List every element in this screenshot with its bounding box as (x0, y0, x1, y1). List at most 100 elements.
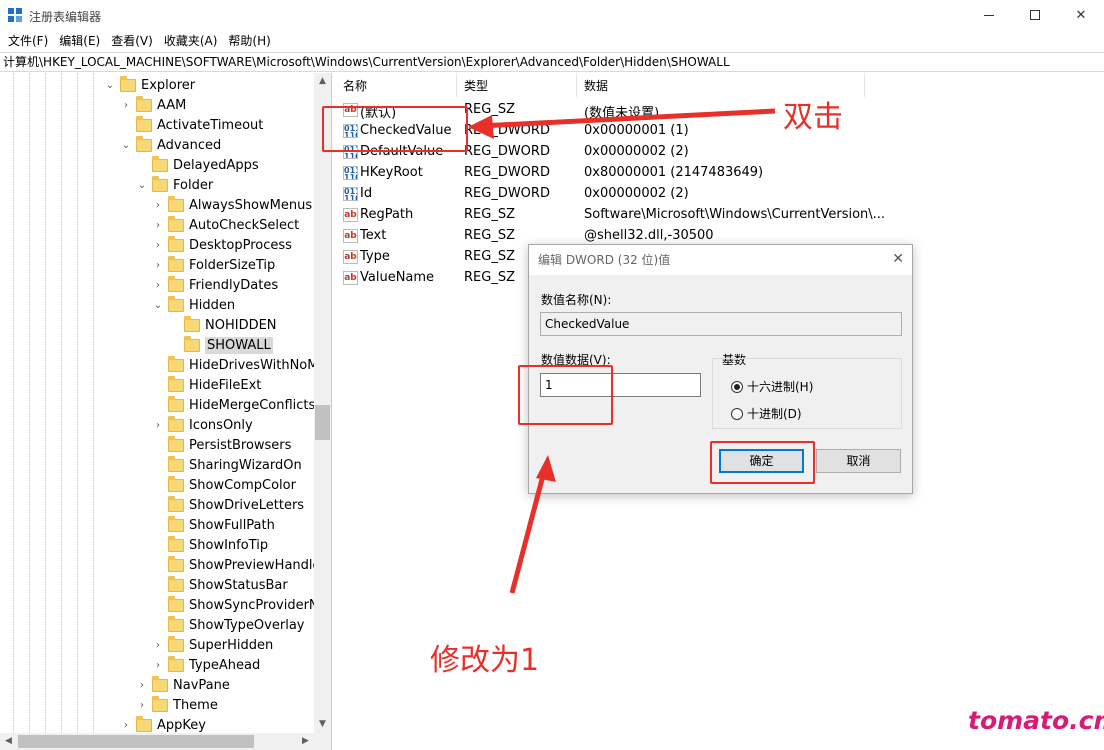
tree-node[interactable]: ShowCompColor (152, 475, 296, 495)
tree-node[interactable]: HideMergeConflicts (152, 395, 315, 415)
tree-node[interactable]: ShowTypeOverlay (152, 615, 304, 635)
tree-node[interactable]: ShowInfoTip (152, 535, 268, 555)
chevron-right-icon[interactable]: › (152, 420, 164, 431)
chevron-right-icon[interactable]: › (152, 220, 164, 231)
tree-node[interactable]: › AppKey (120, 715, 206, 735)
tree-node[interactable]: ⌄ Hidden (152, 295, 235, 315)
value-row[interactable]: ab RegPath REG_SZ Software\Microsoft\Window… (336, 205, 896, 226)
radio-unchecked-icon (731, 407, 743, 420)
highlight-ok-button-box (710, 441, 815, 484)
chevron-right-icon[interactable]: › (152, 640, 164, 651)
menu-view[interactable]: 查看(V) (107, 32, 157, 49)
menu-favorites[interactable]: 收藏夹(A) (160, 32, 222, 49)
tree-node[interactable]: PersistBrowsers (152, 435, 291, 455)
tree-node[interactable]: › AutoCheckSelect (152, 215, 299, 235)
chevron-right-icon[interactable]: › (136, 680, 148, 691)
folder-icon (168, 535, 184, 552)
minimize-button[interactable] (966, 0, 1012, 30)
tree-node[interactable]: ShowSyncProviderNot (152, 595, 332, 615)
value-data: @shell32.dll,-30500 (584, 228, 714, 243)
chevron-right-icon[interactable]: › (152, 280, 164, 291)
scroll-right-icon[interactable]: ▶ (297, 733, 314, 750)
folder-icon (168, 215, 184, 232)
tree-node[interactable]: SHOWALL (168, 335, 273, 355)
tree-node[interactable]: HideFileExt (152, 375, 261, 395)
value-name: RegPath (360, 207, 414, 222)
tree-node-label: ShowFullPath (189, 517, 275, 533)
tree-node-label: ShowInfoTip (189, 537, 269, 553)
scroll-up-icon[interactable]: ▲ (314, 73, 331, 90)
chevron-right-icon[interactable]: › (152, 200, 164, 211)
tree-node[interactable]: ShowPreviewHandlers (152, 555, 331, 575)
radio-hex[interactable]: 十六进制(H) (731, 378, 813, 395)
tree-node-label: HideDrivesWithNoMe (189, 357, 327, 373)
folder-icon (168, 515, 184, 532)
tree-node[interactable]: ShowStatusBar (152, 575, 288, 595)
value-row[interactable]: 011110HKeyRoot REG_DWORD 0x80000001 (21474… (336, 163, 896, 184)
chevron-right-icon[interactable]: › (120, 100, 132, 111)
tree-node[interactable]: › SuperHidden (152, 635, 273, 655)
tree-node[interactable]: ⌄ Advanced (120, 135, 221, 155)
regedit-app-icon (8, 8, 22, 22)
menu-file[interactable]: 文件(F) (4, 32, 52, 49)
chevron-right-icon[interactable]: › (152, 660, 164, 671)
radio-checked-icon (731, 380, 743, 393)
tree-vertical-scrollbar[interactable]: ▲ ▼ (314, 73, 331, 733)
menu-edit[interactable]: 编辑(E) (55, 32, 104, 49)
folder-icon (152, 155, 168, 172)
chevron-right-icon[interactable]: › (136, 700, 148, 711)
tree-node[interactable]: › FolderSizeTip (152, 255, 275, 275)
column-name[interactable]: 名称 (336, 73, 457, 97)
chevron-down-icon[interactable]: ⌄ (120, 140, 132, 151)
scroll-left-icon[interactable]: ◀ (0, 733, 17, 750)
folder-icon (168, 275, 184, 292)
chevron-down-icon[interactable]: ⌄ (136, 180, 148, 191)
tree-scroll-thumb[interactable] (315, 405, 330, 440)
value-data: 0x00000001 (1) (584, 123, 689, 138)
column-type[interactable]: 类型 (457, 73, 577, 97)
dialog-close-icon[interactable]: ✕ (892, 251, 904, 267)
tree-node[interactable]: ActivateTimeout (120, 115, 263, 135)
tree-node[interactable]: › IconsOnly (152, 415, 253, 435)
tree-hscroll-thumb[interactable] (18, 735, 254, 748)
cancel-button[interactable]: 取消 (816, 449, 901, 473)
address-bar[interactable]: 计算机\HKEY_LOCAL_MACHINE\SOFTWARE\Microsof… (0, 52, 1104, 72)
tree-node[interactable]: ShowDriveLetters (152, 495, 304, 515)
chevron-right-icon[interactable]: › (152, 240, 164, 251)
highlight-value-data-box (518, 365, 613, 425)
scroll-down-icon[interactable]: ▼ (314, 716, 331, 733)
chevron-down-icon[interactable]: ⌄ (152, 300, 164, 311)
tree-node[interactable]: HideDrivesWithNoMe (152, 355, 326, 375)
tree-node[interactable]: DelayedApps (136, 155, 259, 175)
folder-icon (168, 635, 184, 652)
tree-node[interactable]: NOHIDDEN (168, 315, 277, 335)
tree-node[interactable]: › TypeAhead (152, 655, 260, 675)
tree-horizontal-scrollbar[interactable]: ◀ ▶ (0, 733, 331, 750)
tree-node[interactable]: › FriendlyDates (152, 275, 278, 295)
value-data: Software\Microsoft\Windows\CurrentVersio… (584, 207, 886, 222)
tree-node[interactable]: ShowFullPath (152, 515, 275, 535)
close-button[interactable]: ✕ (1058, 0, 1104, 30)
tree-node[interactable]: › DesktopProcess (152, 235, 292, 255)
tree-node-label: ShowSyncProviderNot (189, 597, 332, 613)
tree-node-label: DesktopProcess (189, 237, 292, 253)
menu-help[interactable]: 帮助(H) (224, 32, 274, 49)
dialog-title: 编辑 DWORD (32 位)值 (529, 245, 912, 275)
tree-node[interactable]: › Theme (136, 695, 218, 715)
tree-node[interactable]: › AlwaysShowMenus (152, 195, 312, 215)
tree-node[interactable]: › AAM (120, 95, 186, 115)
value-row[interactable]: 011110Id REG_DWORD 0x00000002 (2) (336, 184, 896, 205)
chevron-down-icon[interactable]: ⌄ (104, 80, 116, 91)
tree-node[interactable]: SharingWizardOn (152, 455, 302, 475)
tree-node-label: IconsOnly (189, 417, 253, 433)
tree-node[interactable]: ⌄ Explorer (104, 75, 195, 95)
value-type: REG_SZ (464, 249, 515, 264)
folder-icon (168, 435, 184, 452)
tree-node[interactable]: ⌄ Folder (136, 175, 213, 195)
dword-value-icon: 011110 (343, 187, 358, 201)
tree-node[interactable]: › NavPane (136, 675, 230, 695)
radio-decimal[interactable]: 十进制(D) (731, 405, 802, 422)
chevron-right-icon[interactable]: › (152, 260, 164, 271)
chevron-right-icon[interactable]: › (120, 720, 132, 731)
maximize-button[interactable] (1012, 0, 1058, 30)
